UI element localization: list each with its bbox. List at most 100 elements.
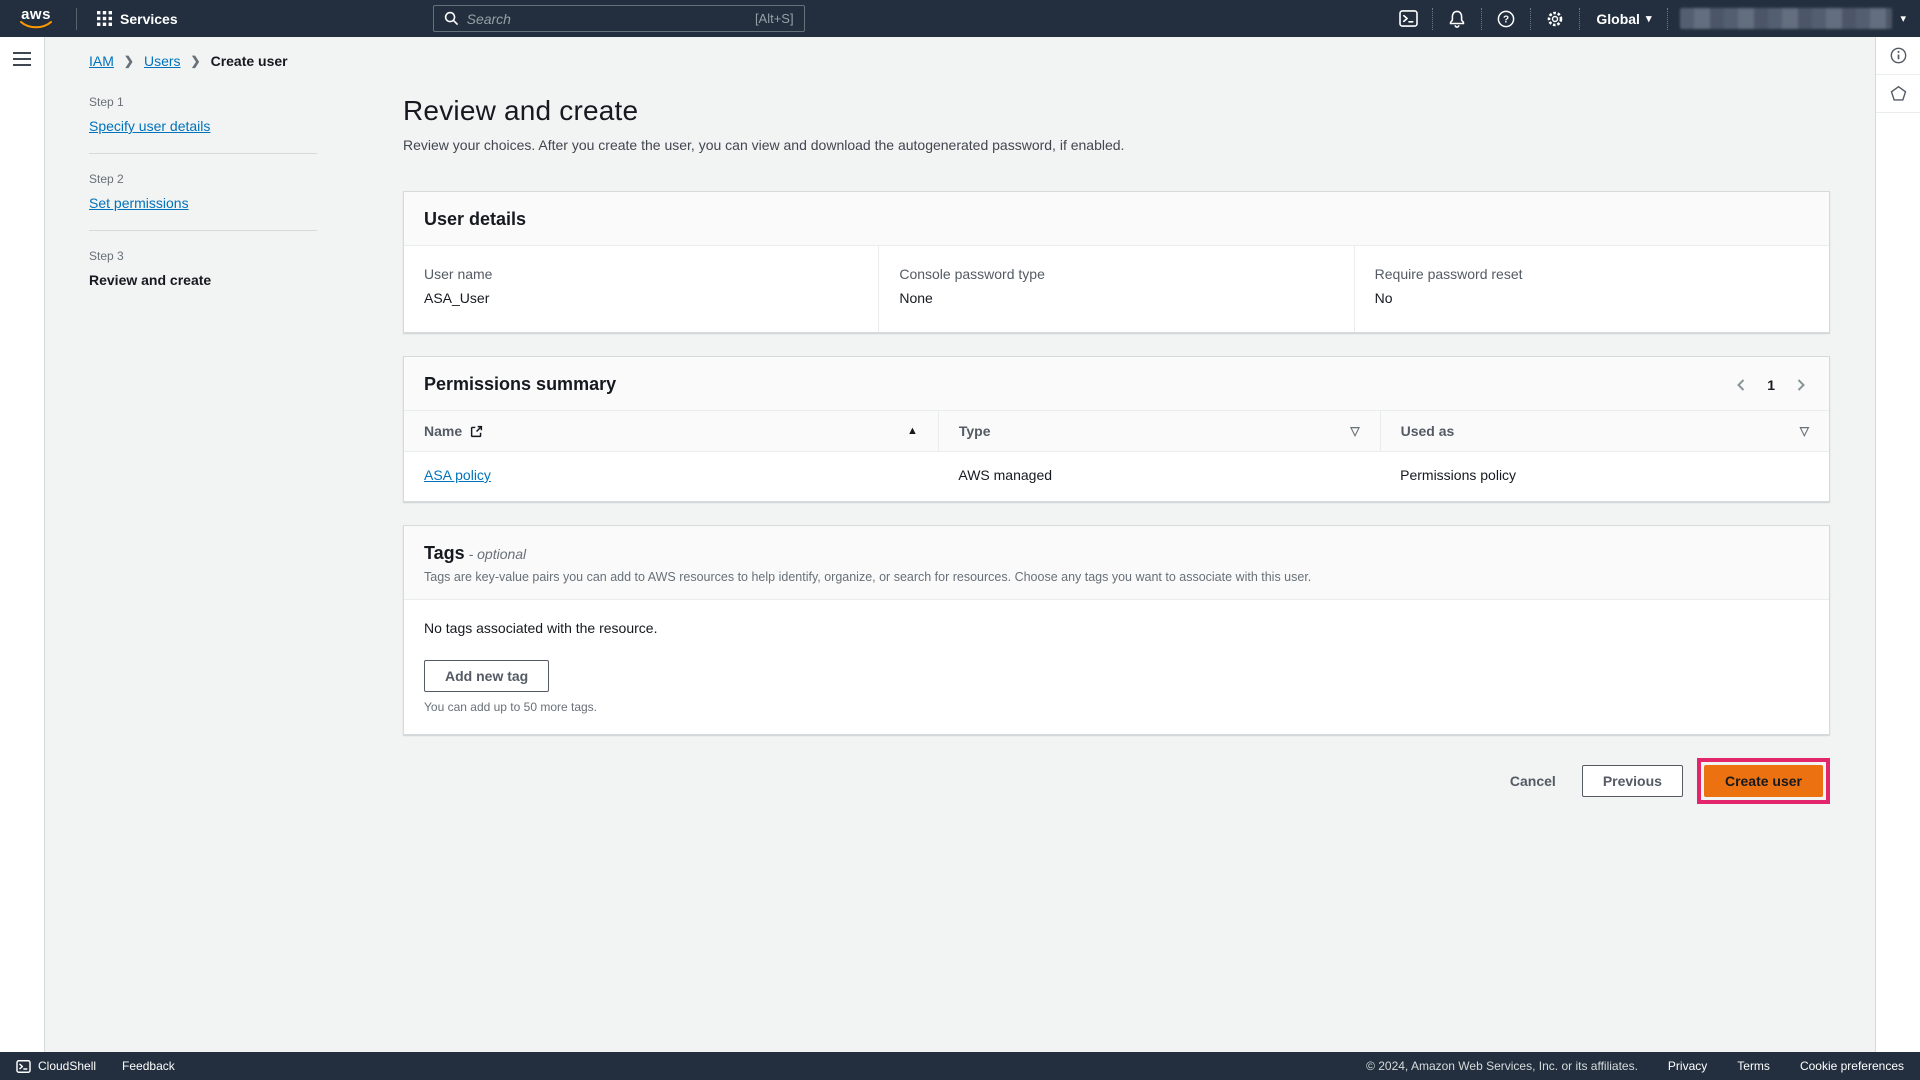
topbar-dotted-divider — [1432, 8, 1433, 30]
console-footer: CloudShell Feedback © 2024, Amazon Web S… — [0, 1052, 1920, 1080]
top-navigation-bar: aws Services [Alt+S] — [0, 0, 1920, 37]
tags-card: Tags - optional Tags are key-value pairs… — [403, 525, 1830, 735]
field-value: None — [899, 290, 1333, 306]
tags-header: Tags - optional Tags are key-value pairs… — [404, 526, 1829, 600]
search-input[interactable] — [467, 11, 747, 27]
wizard-layout: Step 1 Specify user details Step 2 Set p… — [89, 95, 1830, 804]
field-label: Console password type — [899, 266, 1333, 282]
field-label: User name — [424, 266, 858, 282]
topbar-left: aws Services [Alt+S] — [14, 5, 805, 32]
cloudshell-terminal-icon — [16, 1060, 31, 1073]
column-header-name[interactable]: Name ▲ — [404, 411, 938, 452]
step-3: Step 3 Review and create — [89, 249, 317, 288]
user-details-fields: User name ASA_User Console password type… — [404, 246, 1829, 332]
field-label: Require password reset — [1375, 266, 1809, 282]
tags-description: Tags are key-value pairs you can add to … — [424, 570, 1809, 584]
current-page-number[interactable]: 1 — [1767, 377, 1775, 393]
cloudshell-button[interactable]: CloudShell — [16, 1059, 96, 1073]
aws-logo-text: aws — [21, 8, 51, 21]
region-label: Global — [1596, 11, 1640, 27]
notifications-bell-icon[interactable] — [1445, 7, 1469, 31]
settings-gear-icon[interactable] — [1543, 7, 1567, 31]
account-name-redacted — [1680, 8, 1892, 29]
privacy-link[interactable]: Privacy — [1668, 1059, 1707, 1073]
external-link-icon — [470, 425, 483, 438]
add-new-tag-button[interactable]: Add new tag — [424, 660, 549, 692]
topbar-dotted-divider — [1667, 8, 1668, 30]
page-subtitle: Review your choices. After you create th… — [403, 137, 1830, 153]
info-icon — [1890, 47, 1907, 64]
wizard-actions: Cancel Previous Create user — [403, 758, 1830, 804]
breadcrumb-iam[interactable]: IAM — [89, 53, 114, 69]
column-used-as-label: Used as — [1401, 423, 1455, 439]
filter-icon[interactable]: ▽ — [1800, 424, 1809, 438]
cloudshell-label: CloudShell — [38, 1059, 96, 1073]
help-icon[interactable]: ? — [1494, 7, 1518, 31]
filter-icon[interactable]: ▽ — [1350, 424, 1359, 438]
breadcrumb-users[interactable]: Users — [144, 53, 181, 69]
hamburger-menu-icon[interactable] — [11, 50, 33, 68]
services-grid-icon — [97, 11, 112, 26]
step-3-current: Review and create — [89, 272, 211, 288]
aws-console-page: aws Services [Alt+S] — [0, 0, 1920, 1080]
user-details-card: User details User name ASA_User Console … — [403, 191, 1830, 333]
tags-empty-message: No tags associated with the resource. — [424, 620, 1809, 636]
step-1-link[interactable]: Specify user details — [89, 118, 210, 134]
policy-used-as-cell: Permissions policy — [1380, 452, 1829, 502]
permissions-table: Name ▲ Type — [404, 411, 1829, 501]
content-area: IAM ❯ Users ❯ Create user Step 1 Specify… — [45, 37, 1875, 1052]
chevron-down-icon: ▾ — [1646, 12, 1652, 25]
topbar-dotted-divider — [1481, 8, 1482, 30]
console-shell: IAM ❯ Users ❯ Create user Step 1 Specify… — [0, 37, 1920, 1052]
field-value: ASA_User — [424, 290, 858, 306]
footer-right: © 2024, Amazon Web Services, Inc. or its… — [1366, 1059, 1904, 1073]
topbar-divider — [76, 8, 77, 30]
step-2-link[interactable]: Set permissions — [89, 195, 189, 211]
field-console-password-type: Console password type None — [878, 246, 1353, 332]
policy-type-cell: AWS managed — [938, 452, 1380, 502]
topbar-dotted-divider — [1579, 8, 1580, 30]
account-menu[interactable]: ▾ — [1680, 8, 1906, 29]
resources-panel-toggle[interactable] — [1876, 75, 1920, 113]
aws-logo[interactable]: aws — [20, 8, 52, 29]
feedback-link[interactable]: Feedback — [122, 1059, 175, 1073]
global-search[interactable]: [Alt+S] — [433, 5, 805, 32]
step-2: Step 2 Set permissions — [89, 172, 317, 211]
main-column: Review and create Review your choices. A… — [403, 95, 1830, 804]
footer-left: CloudShell Feedback — [16, 1059, 175, 1073]
column-header-type[interactable]: Type ▽ — [938, 411, 1380, 452]
terms-link[interactable]: Terms — [1737, 1059, 1770, 1073]
column-name-label: Name — [424, 423, 462, 439]
step-divider — [89, 230, 317, 231]
cloudshell-terminal-icon[interactable] — [1396, 7, 1420, 31]
region-selector[interactable]: Global ▾ — [1592, 11, 1655, 27]
services-label: Services — [120, 11, 178, 27]
chevron-down-icon: ▾ — [1900, 12, 1906, 25]
copyright-text: © 2024, Amazon Web Services, Inc. or its… — [1366, 1059, 1638, 1073]
page-title: Review and create — [403, 95, 1830, 127]
column-type-label: Type — [959, 423, 991, 439]
svg-text:?: ? — [1503, 14, 1509, 25]
services-menu[interactable]: Services — [87, 11, 188, 27]
create-user-button[interactable]: Create user — [1704, 765, 1823, 797]
user-details-header: User details — [404, 192, 1829, 246]
info-panel-toggle[interactable] — [1876, 37, 1920, 75]
sort-ascending-icon[interactable]: ▲ — [907, 425, 918, 437]
next-page-icon[interactable] — [1793, 376, 1809, 394]
policy-name-link[interactable]: ASA policy — [424, 467, 491, 483]
user-details-title: User details — [424, 209, 526, 229]
cancel-button[interactable]: Cancel — [1498, 765, 1568, 797]
permissions-summary-card: Permissions summary 1 — [403, 356, 1830, 502]
previous-page-icon[interactable] — [1733, 376, 1749, 394]
left-nav-rail — [0, 37, 45, 1052]
tags-body: No tags associated with the resource. Ad… — [404, 600, 1829, 734]
column-header-used-as[interactable]: Used as ▽ — [1380, 411, 1829, 452]
step-3-label: Step 3 — [89, 249, 317, 263]
search-icon — [444, 11, 459, 26]
topbar-right: ? Global ▾ ▾ — [1396, 7, 1906, 31]
breadcrumb-current: Create user — [211, 53, 288, 69]
tags-title: Tags — [424, 543, 465, 563]
cookie-preferences-link[interactable]: Cookie preferences — [1800, 1059, 1904, 1073]
table-row: ASA policy AWS managed Permissions polic… — [404, 452, 1829, 502]
previous-button[interactable]: Previous — [1582, 765, 1683, 797]
